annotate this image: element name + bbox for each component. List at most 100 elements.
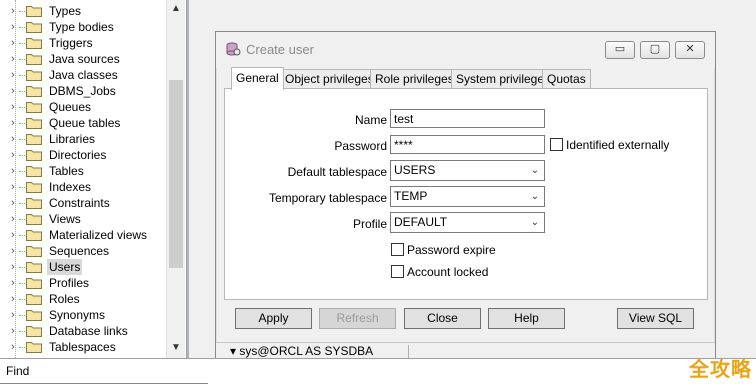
expand-arrow-icon[interactable]: › bbox=[11, 179, 19, 195]
find-input-underline[interactable] bbox=[0, 383, 208, 384]
tree-connector bbox=[19, 155, 25, 156]
tree-item-java-classes[interactable]: › Java classes bbox=[0, 67, 166, 83]
chevron-down-icon: ⌄ bbox=[530, 165, 540, 176]
tree-item-indexes[interactable]: › Indexes bbox=[0, 179, 166, 195]
scroll-down-icon[interactable]: ▼ bbox=[167, 339, 185, 356]
tree-item-directories[interactable]: › Directories bbox=[0, 147, 166, 163]
tree-item-roles[interactable]: › Roles bbox=[0, 291, 166, 307]
apply-button-label: Apply bbox=[258, 311, 289, 325]
tree-item-tablespaces[interactable]: › Tablespaces bbox=[0, 339, 166, 355]
expand-arrow-icon[interactable]: › bbox=[11, 115, 19, 131]
expand-arrow-icon[interactable]: › bbox=[11, 243, 19, 259]
default-tablespace-select[interactable]: USERS ⌄ bbox=[390, 160, 545, 181]
tree-item-views[interactable]: › Views bbox=[0, 211, 166, 227]
tree-item-constraints[interactable]: › Constraints bbox=[0, 195, 166, 211]
tree-item-dbms-jobs[interactable]: › DBMS_Jobs bbox=[0, 83, 166, 99]
tree-item-materialized-views[interactable]: › Materialized views bbox=[0, 227, 166, 243]
maximize-button[interactable]: ▢ bbox=[640, 41, 670, 59]
name-field[interactable] bbox=[390, 109, 545, 128]
close-window-button[interactable]: ✕ bbox=[675, 41, 705, 59]
tree-item-label: Directories bbox=[49, 148, 107, 162]
expand-arrow-icon[interactable]: › bbox=[11, 147, 19, 163]
folder-icon bbox=[26, 262, 42, 273]
tree-item-label: Roles bbox=[49, 292, 80, 306]
expand-arrow-icon[interactable]: › bbox=[11, 51, 19, 67]
tree-item-label: Tablespaces bbox=[49, 340, 116, 354]
expand-arrow-icon[interactable]: › bbox=[11, 275, 19, 291]
expand-arrow-icon[interactable]: › bbox=[11, 99, 19, 115]
expand-arrow-icon[interactable]: › bbox=[11, 19, 19, 35]
tree-item-libraries[interactable]: › Libraries bbox=[0, 131, 166, 147]
expand-arrow-icon[interactable]: › bbox=[11, 339, 19, 355]
view-sql-button[interactable]: View SQL bbox=[617, 308, 694, 329]
connection-label: sys@ORCL AS SYSDBA bbox=[239, 344, 374, 358]
identified-externally-label: Identified externally bbox=[566, 138, 670, 152]
tree-item-database-links[interactable]: › Database links bbox=[0, 323, 166, 339]
tree-connector bbox=[19, 267, 25, 268]
identified-externally-checkbox[interactable] bbox=[550, 138, 563, 151]
tree-item-label: Synonyms bbox=[49, 308, 106, 322]
tree-item-sequences[interactable]: › Sequences bbox=[0, 243, 166, 259]
window-title: Create user bbox=[246, 42, 314, 57]
tree-item-types[interactable]: › Types bbox=[0, 3, 166, 19]
folder-icon bbox=[26, 102, 42, 113]
expand-arrow-icon[interactable]: › bbox=[11, 67, 19, 83]
tab-system-privileges[interactable]: System privileges bbox=[451, 69, 556, 89]
expand-arrow-icon[interactable]: › bbox=[11, 35, 19, 51]
close-button-label: Close bbox=[427, 311, 458, 325]
tree-connector bbox=[19, 91, 25, 92]
tree-item-queues[interactable]: › Queues bbox=[0, 99, 166, 115]
profile-select[interactable]: DEFAULT ⌄ bbox=[390, 212, 545, 233]
expand-arrow-icon[interactable]: › bbox=[11, 259, 19, 275]
password-expire-checkbox[interactable] bbox=[391, 243, 404, 256]
expand-arrow-icon[interactable]: › bbox=[11, 83, 19, 99]
expand-arrow-icon[interactable]: › bbox=[11, 291, 19, 307]
tree-item-label: Libraries bbox=[49, 132, 96, 146]
tree-scrollbar[interactable]: ▲ ▼ bbox=[166, 0, 185, 358]
expand-arrow-icon[interactable]: › bbox=[11, 3, 19, 19]
tab-general[interactable]: General bbox=[231, 67, 284, 90]
temporary-tablespace-select[interactable]: TEMP ⌄ bbox=[390, 186, 545, 207]
tab-quotas[interactable]: Quotas bbox=[542, 69, 591, 89]
help-button[interactable]: Help bbox=[488, 308, 565, 329]
tree-item-java-sources[interactable]: › Java sources bbox=[0, 51, 166, 67]
expand-arrow-icon[interactable]: › bbox=[11, 307, 19, 323]
tree-item-profiles[interactable]: › Profiles bbox=[0, 275, 166, 291]
tab-role-privileges[interactable]: Role privileges bbox=[370, 69, 459, 89]
expand-arrow-icon[interactable]: › bbox=[11, 131, 19, 147]
folder-icon bbox=[26, 38, 42, 49]
tab-object-privileges[interactable]: Object privileges bbox=[280, 69, 379, 89]
folder-icon bbox=[26, 150, 42, 161]
temporary-tablespace-value: TEMP bbox=[394, 189, 428, 203]
tree-connector bbox=[19, 187, 25, 188]
tree-item-type-bodies[interactable]: › Type bodies bbox=[0, 19, 166, 35]
tree-item-triggers[interactable]: › Triggers bbox=[0, 35, 166, 51]
close-icon: ✕ bbox=[685, 43, 695, 55]
expand-arrow-icon[interactable]: › bbox=[11, 323, 19, 339]
tree-item-label: Constraints bbox=[49, 196, 110, 210]
expand-arrow-icon[interactable]: › bbox=[11, 163, 19, 179]
folder-icon bbox=[26, 166, 42, 177]
tree-connector bbox=[19, 123, 25, 124]
general-tab-page: Name Password Identified externally Defa… bbox=[224, 88, 708, 300]
tree-item-users[interactable]: › Users bbox=[0, 259, 166, 275]
connection-selector[interactable]: ▾ sys@ORCL AS SYSDBA bbox=[230, 344, 373, 358]
window-titlebar[interactable]: Create user ▭ ▢ ✕ bbox=[216, 32, 715, 68]
tree-item-synonyms[interactable]: › Synonyms bbox=[0, 307, 166, 323]
password-field[interactable] bbox=[390, 135, 545, 154]
scroll-up-icon[interactable]: ▲ bbox=[167, 0, 185, 17]
expand-arrow-icon[interactable]: › bbox=[11, 227, 19, 243]
tree-connector bbox=[19, 203, 25, 204]
apply-button[interactable]: Apply bbox=[235, 308, 312, 329]
expand-arrow-icon[interactable]: › bbox=[11, 211, 19, 227]
temporary-tablespace-label: Temporary tablespace bbox=[268, 191, 387, 205]
minimize-button[interactable]: ▭ bbox=[605, 41, 635, 59]
refresh-button[interactable]: Refresh bbox=[319, 308, 396, 329]
expand-arrow-icon[interactable]: › bbox=[11, 195, 19, 211]
tree-item-tables[interactable]: › Tables bbox=[0, 163, 166, 179]
tree-item-queue-tables[interactable]: › Queue tables bbox=[0, 115, 166, 131]
tree-item-label: Types bbox=[49, 4, 82, 18]
close-button[interactable]: Close bbox=[404, 308, 481, 329]
account-locked-checkbox[interactable] bbox=[391, 265, 404, 278]
scroll-thumb[interactable] bbox=[169, 80, 183, 268]
